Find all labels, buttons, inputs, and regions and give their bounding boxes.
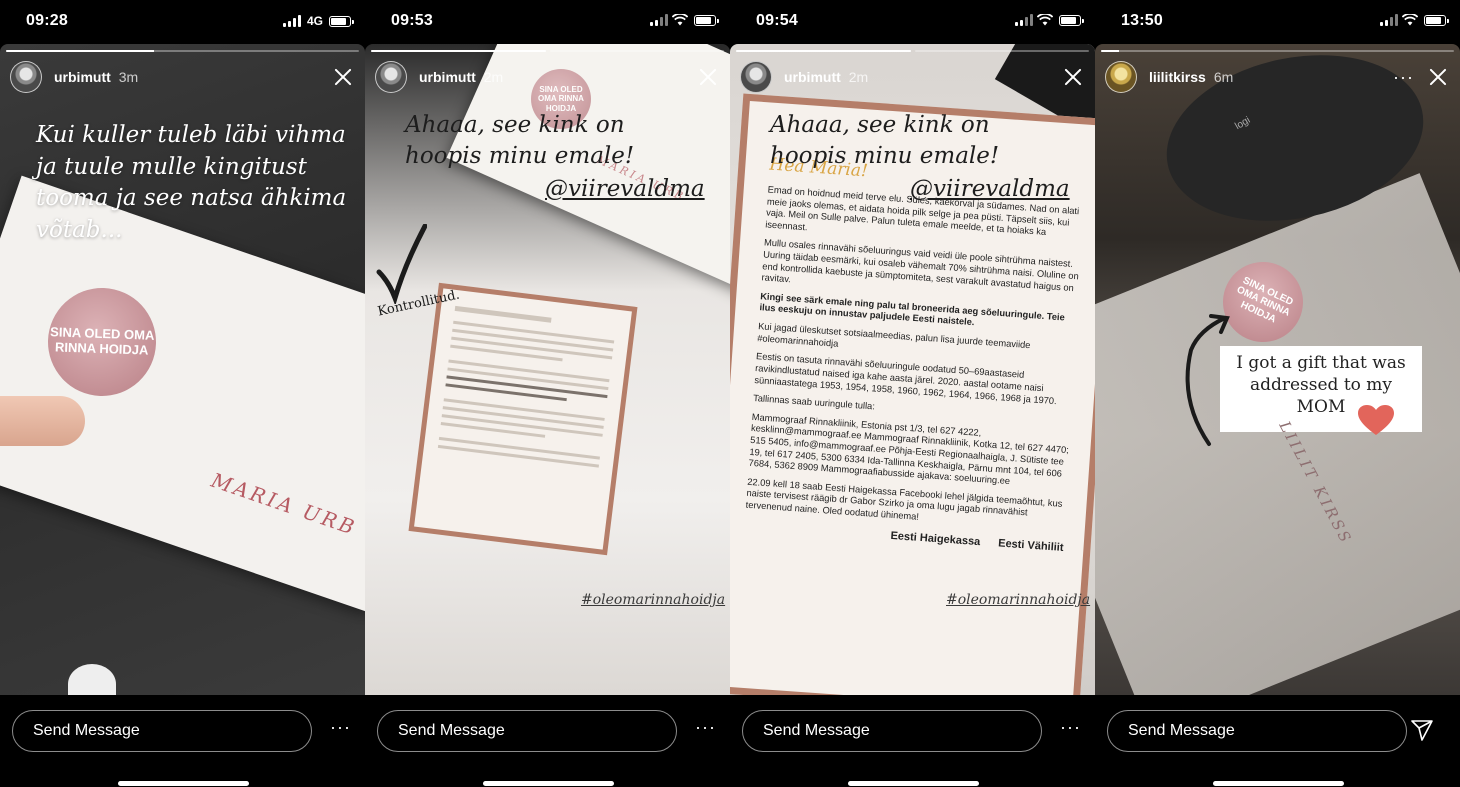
avatar[interactable] [740,61,772,93]
status-bar: 13:50 [1095,0,1460,44]
post-age: 6m [1213,69,1234,85]
more-options-icon[interactable]: ··· [330,717,351,738]
story-progress [371,50,724,52]
story-screen-1: 09:28 4G SINA OLED OMA RINNA HOIDJA MARI… [0,0,365,787]
wifi-icon [1037,14,1053,26]
post-age: 2m [483,69,504,85]
story-screenshots-row: 09:28 4G SINA OLED OMA RINNA HOIDJA MARI… [0,0,1460,787]
avatar[interactable] [375,61,407,93]
story-progress [736,50,1089,52]
send-icon[interactable] [1411,719,1433,741]
reply-bar: Send Message ··· [365,695,730,787]
battery-icon [694,14,719,26]
avatar[interactable] [1105,61,1137,93]
vahiliit-logo: Eesti Vähiliit [997,537,1064,554]
battery-icon [1424,14,1449,26]
more-options-icon[interactable]: ··· [695,717,716,738]
home-indicator [118,781,249,786]
close-icon[interactable] [1063,67,1083,87]
username[interactable]: urbimutt [54,69,111,85]
status-icons [1380,14,1449,26]
story-content[interactable]: SINA OLED OMA RINNA HOIDJA MARIA URB Kon… [365,44,730,695]
status-icons [650,14,719,26]
story-screen-3: 09:54 Hea Maria! Emad on hoidnud meid te… [730,0,1095,787]
heart-icon [1358,405,1394,435]
progress-fill [371,50,546,52]
progress-fill [6,50,155,52]
post-age: 3m [118,69,139,85]
mention-tag[interactable]: @viirevaldma [545,176,705,202]
status-bar: 09:28 4G [0,0,365,44]
haigekassa-logo: Eesti Haigekassa [890,529,981,548]
status-icons [1015,14,1084,26]
home-indicator [1213,781,1344,786]
checkmark-icon [376,224,427,304]
reply-bar: Send Message ··· [730,695,1095,787]
username[interactable]: liilitkirss [1149,69,1206,85]
reply-bar: Send Message ··· [0,695,365,787]
close-icon[interactable] [333,67,353,87]
signal-icon [1380,14,1398,26]
story-progress [1101,50,1454,52]
network-type: 4G [306,14,323,28]
hashtag[interactable]: #oleomarinnahoidja [946,592,1090,608]
status-time: 09:28 [26,12,68,29]
status-time: 09:53 [391,12,433,29]
post-age: 2m [848,69,869,85]
username[interactable]: urbimutt [419,69,476,85]
battery-icon [1059,14,1084,26]
story-screen-2: 09:53 SINA OLED OMA RINNA HOIDJA MARIA U… [365,0,730,787]
send-message-input[interactable]: Send Message [742,710,1042,752]
signal-icon [282,15,301,27]
story-progress [6,50,359,52]
hand [0,396,85,446]
send-message-input[interactable]: Send Message [377,710,677,752]
status-time: 09:54 [756,12,798,29]
story-caption: Ahaaa, see kink on hoopis minu emale! [770,112,1000,170]
letter-card [408,282,638,556]
story-header: liilitkirss 6m ··· [1105,60,1450,94]
wifi-icon [1402,14,1418,26]
home-indicator [848,781,979,786]
more-options-icon[interactable]: ··· [1393,67,1414,88]
mention-tag[interactable]: @viirevaldma [910,176,1070,202]
avatar[interactable] [10,61,42,93]
status-icons: 4G [282,14,354,28]
username[interactable]: urbimutt [784,69,841,85]
status-time: 13:50 [1121,12,1163,29]
close-icon[interactable] [1428,67,1448,87]
signal-icon [650,14,668,26]
story-header: urbimutt 3m [10,60,355,94]
story-content[interactable]: SINA OLED OMA RINNA HOIDJA MARIA URB Kui… [0,44,365,695]
progress-fill [736,50,911,52]
hashtag[interactable]: #oleomarinnahoidja [581,592,725,608]
signal-icon [1015,14,1033,26]
battery-icon [329,15,354,27]
send-message-input[interactable]: Send Message [1107,710,1407,752]
story-caption: Kui kuller tuleb läbi vihma ja tuule mul… [36,122,347,244]
send-message-input[interactable]: Send Message [12,710,312,752]
close-icon[interactable] [698,67,718,87]
reply-bar: Send Message [1095,695,1460,787]
story-header: urbimutt 2m [375,60,720,94]
status-bar: 09:53 [365,0,730,44]
story-header: urbimutt 2m [740,60,1085,94]
story-screen-4: 13:50 logi SINA OLED OMA RINNA HOIDJA I … [1095,0,1460,787]
wifi-icon [672,14,688,26]
status-bar: 09:54 [730,0,1095,44]
story-content[interactable]: logi SINA OLED OMA RINNA HOIDJA I got a … [1095,44,1460,695]
home-indicator [483,781,614,786]
more-options-icon[interactable]: ··· [1060,717,1081,738]
story-caption: Ahaaa, see kink on hoopis minu emale! [405,112,635,170]
progress-fill [1101,50,1119,52]
story-content[interactable]: Hea Maria! Emad on hoidnud meid terve el… [730,44,1095,695]
